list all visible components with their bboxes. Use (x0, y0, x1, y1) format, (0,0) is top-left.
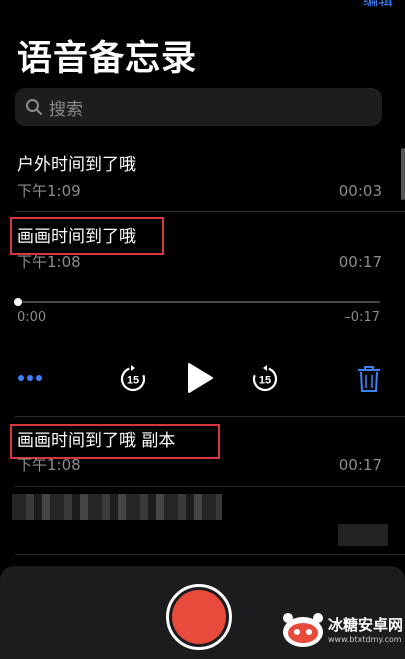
svg-text:15: 15 (259, 375, 271, 387)
watermark-logo-icon (282, 613, 323, 647)
search-icon (26, 99, 42, 115)
recording-title: 画画时间到了哦 (17, 227, 136, 247)
scrollbar[interactable] (401, 148, 405, 200)
recording-title: 画画时间到了哦 副本 (17, 431, 176, 451)
recording-time: 下午1:08 (17, 456, 81, 474)
skip-forward-15-icon: 15 (252, 365, 278, 392)
watermark-text: 冰糖安卓网 (327, 616, 403, 634)
divider (15, 486, 405, 487)
divider (15, 554, 405, 555)
progress-scrubber[interactable] (14, 298, 22, 306)
skip-back-15-icon: 15 (120, 365, 146, 392)
watermark-url: www.btxtdmy.com (327, 635, 402, 644)
play-icon (188, 363, 213, 393)
progress-track[interactable] (18, 301, 380, 303)
svg-text:15: 15 (127, 375, 139, 387)
watermark: 冰糖安卓网 www.btxtdmy.com (280, 610, 403, 650)
elapsed-time: 0:00 (17, 310, 47, 325)
delete-button[interactable] (355, 364, 383, 394)
edit-button[interactable]: 编辑 (343, 0, 393, 8)
blurred-recording (12, 494, 222, 520)
remaining-time: –0:17 (344, 310, 380, 325)
page-title: 语音备忘录 (17, 39, 198, 79)
play-button[interactable] (183, 360, 217, 396)
recording-time: 下午1:09 (17, 182, 81, 200)
record-icon (172, 590, 226, 644)
search-placeholder: 搜索 (49, 99, 83, 120)
more-icon (18, 375, 42, 381)
more-button[interactable] (15, 366, 45, 390)
skip-back-button[interactable]: 15 (118, 364, 148, 394)
skip-forward-button[interactable]: 15 (250, 364, 280, 394)
recording-duration: 00:03 (338, 182, 382, 200)
record-button[interactable] (166, 584, 232, 650)
blurred-recording (338, 524, 388, 546)
recording-duration: 00:17 (338, 456, 382, 474)
recording-title: 户外时间到了哦 (17, 155, 136, 175)
recording-duration: 00:17 (338, 253, 382, 271)
trash-icon (358, 366, 380, 392)
divider (15, 416, 405, 417)
recording-time: 下午1:08 (17, 253, 81, 271)
divider (15, 211, 405, 212)
search-field[interactable]: 搜索 (15, 88, 382, 126)
